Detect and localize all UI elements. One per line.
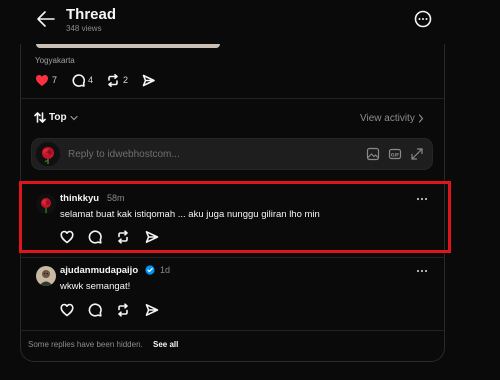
comment-icon — [72, 73, 85, 87]
view-count: 348 views — [66, 24, 102, 33]
expand-icon[interactable] — [410, 147, 424, 161]
divider — [20, 98, 445, 99]
comment-username[interactable]: ajudanmudapaijo — [60, 265, 138, 276]
comment-text: wkwk semangat! — [60, 281, 131, 292]
reply-placeholder[interactable]: Reply to idwebhostcom... — [68, 149, 180, 160]
sort-arrows-icon — [34, 112, 46, 123]
send-icon — [142, 74, 155, 86]
comment-more-icon[interactable] — [415, 268, 429, 274]
commenter-avatar[interactable] — [36, 266, 56, 286]
back-arrow-icon[interactable] — [36, 10, 56, 28]
post-image-edge[interactable] — [36, 44, 220, 48]
like-button[interactable]: 7 — [35, 73, 57, 87]
see-all-link[interactable]: See all — [153, 340, 178, 349]
reply-count: 4 — [88, 75, 94, 85]
repost-icon[interactable] — [116, 303, 130, 317]
sort-dropdown[interactable]: Top — [34, 112, 78, 123]
repost-button[interactable]: 2 — [106, 73, 128, 87]
chevron-right-icon — [418, 114, 424, 123]
heart-icon[interactable] — [60, 303, 74, 317]
send-icon[interactable] — [145, 303, 159, 317]
gif-icon[interactable]: GIF — [388, 147, 402, 161]
highlight-box — [19, 181, 451, 253]
view-activity-label: View activity — [360, 113, 415, 124]
comment-icon[interactable] — [88, 303, 102, 317]
heart-filled-icon — [36, 74, 48, 86]
svg-text:GIF: GIF — [391, 152, 400, 158]
chevron-down-icon — [69, 115, 78, 120]
like-count: 7 — [52, 75, 58, 85]
post-location: Yogyakarta — [35, 56, 75, 65]
share-button[interactable] — [142, 73, 155, 87]
page-title: Thread — [66, 6, 117, 23]
comment-time: 1d — [160, 265, 171, 275]
current-user-avatar — [36, 142, 60, 166]
view-activity-link[interactable]: View activity — [360, 113, 424, 124]
verified-badge-icon — [145, 265, 155, 275]
comment-item: ajudanmudapaijo 1d wkwk semangat! — [20, 258, 445, 328]
image-icon[interactable] — [366, 147, 380, 161]
sort-label: Top — [49, 112, 67, 123]
reply-count-button[interactable]: 4 — [72, 73, 93, 87]
repost-count: 2 — [123, 75, 129, 85]
divider — [20, 330, 445, 331]
repost-icon — [108, 73, 118, 87]
hidden-replies-note: Some replies have been hidden. — [28, 340, 143, 349]
more-options-icon[interactable] — [414, 10, 432, 28]
